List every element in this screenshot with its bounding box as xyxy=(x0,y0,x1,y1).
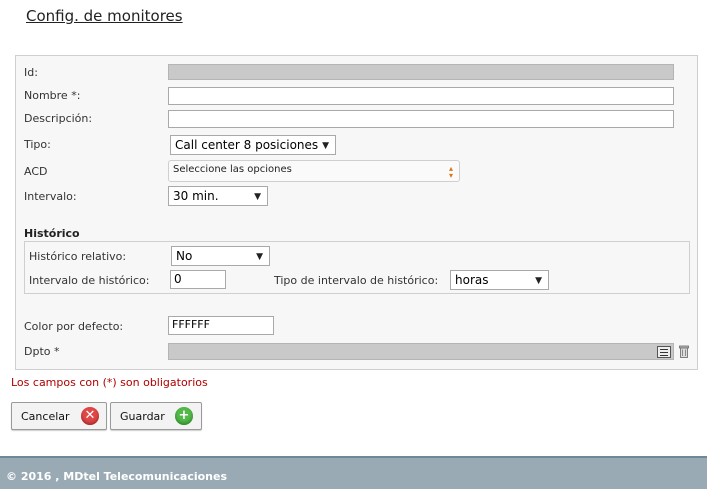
tipo-intervalo-value: horas xyxy=(455,273,489,287)
tipo-select[interactable]: Call center 8 posiciones ▼ xyxy=(170,135,336,155)
intervalo-select[interactable]: 30 min. ▼ xyxy=(168,186,268,206)
color-field[interactable]: FFFFFF xyxy=(168,316,274,335)
historico-relativo-select[interactable]: No ▼ xyxy=(171,246,270,266)
cancel-button[interactable]: Cancelar ✕ xyxy=(11,402,107,430)
acd-multiselect[interactable]: Seleccione las opciones ▴ ▾ xyxy=(168,160,460,182)
footer-copyright: © 2016 , MDtel Telecomunicaciones xyxy=(6,470,228,483)
descripcion-label: Descripción: xyxy=(24,112,93,125)
color-label: Color por defecto: xyxy=(24,320,124,333)
tipo-select-value: Call center 8 posiciones xyxy=(175,138,319,152)
trash-icon[interactable] xyxy=(679,345,689,358)
updown-arrows-icon: ▴ ▾ xyxy=(448,164,453,180)
nombre-label: Nombre *: xyxy=(24,89,81,102)
tipo-label: Tipo: xyxy=(24,138,51,151)
chevron-down-icon: ▼ xyxy=(535,276,542,286)
cancel-icon: ✕ xyxy=(81,407,99,425)
chevron-down-icon: ▼ xyxy=(254,192,261,202)
id-field xyxy=(168,64,674,80)
chevron-down-icon: ▼ xyxy=(322,141,329,151)
dpto-label: Dpto * xyxy=(24,345,60,358)
historico-intervalo-field[interactable]: 0 xyxy=(170,270,226,289)
add-icon: + xyxy=(175,407,193,425)
chevron-down-icon: ▼ xyxy=(256,252,263,262)
historico-title: Histórico xyxy=(24,227,80,240)
save-button[interactable]: Guardar + xyxy=(110,402,202,430)
save-button-label: Guardar xyxy=(120,410,165,423)
tipo-intervalo-select[interactable]: horas ▼ xyxy=(450,270,549,290)
historico-relativo-value: No xyxy=(176,249,193,263)
cancel-button-label: Cancelar xyxy=(21,410,70,423)
acd-multiselect-value: Seleccione las opciones xyxy=(173,164,292,175)
nombre-field[interactable] xyxy=(168,87,674,105)
required-fields-note: Los campos con (*) son obligatorios xyxy=(11,376,208,389)
footer: © 2016 , MDtel Telecomunicaciones xyxy=(0,456,707,489)
id-label: Id: xyxy=(24,66,38,79)
historico-intervalo-label: Intervalo de histórico: xyxy=(29,274,150,287)
historico-relativo-label: Histórico relativo: xyxy=(29,250,127,263)
page-title: Config. de monitores xyxy=(26,7,183,25)
descripcion-field[interactable] xyxy=(168,110,674,128)
acd-label: ACD xyxy=(24,165,48,178)
dpto-field xyxy=(168,343,674,360)
tipo-intervalo-label: Tipo de intervalo de histórico: xyxy=(274,274,439,287)
intervalo-label: Intervalo: xyxy=(24,190,77,203)
intervalo-select-value: 30 min. xyxy=(173,189,219,203)
list-icon[interactable] xyxy=(657,346,671,358)
